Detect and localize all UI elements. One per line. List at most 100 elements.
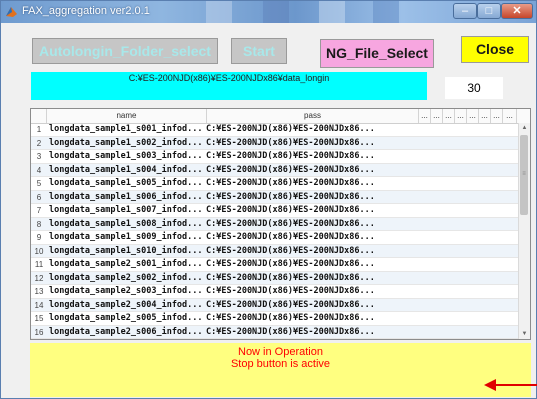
row-index: 9 [36,233,42,242]
row-index: 3 [36,152,42,161]
row-pass-cell[interactable]: C:¥ES-200NJD(x86)¥ES-200NJDx86... [206,150,406,164]
row-index: 12 [34,273,44,283]
maximize-button[interactable]: □ [477,3,501,19]
table-row[interactable]: 7 longdata_sample1_s007_infod... C:¥ES-200… [31,204,519,218]
column-header-index [31,109,47,123]
column-header-extra[interactable]: ... [443,109,455,123]
title-bar-blur [319,1,345,23]
row-pass-cell[interactable]: C:¥ES-200NJD(x86)¥ES-200NJDx86... [206,326,406,340]
row-pass-cell[interactable]: C:¥ES-200NJD(x86)¥ES-200NJDx86... [206,191,406,205]
file-count-field[interactable]: 30 [445,77,503,99]
table-row[interactable]: 3 longdata_sample1_s003_infod... C:¥ES-200… [31,150,519,164]
row-pass-cell[interactable]: C:¥ES-200NJD(x86)¥ES-200NJDx86... [206,272,406,286]
row-pass-cell[interactable]: C:¥ES-200NJD(x86)¥ES-200NJDx86... [206,231,406,245]
column-header-pass[interactable]: pass [207,109,419,123]
row-index: 15 [34,314,44,323]
table-row[interactable]: 12 longdata_sample2_s002_infod... C:¥ES-20… [31,271,519,286]
row-pass-cell[interactable]: C:¥ES-200NJD(x86)¥ES-200NJDx86... [206,137,406,151]
start-button[interactable]: Start [231,38,287,64]
table-row[interactable]: 14 longdata_sample2_s004_infod... C:¥ES-20… [31,298,519,313]
title-bar[interactable]: FAX_aggregation ver2.0.1 – □ ✕ [1,1,536,23]
title-bar-blur [373,1,399,23]
row-index: 2 [36,138,42,148]
row-name-cell[interactable]: longdata_sample1_s003_infod... [49,150,207,164]
row-name-cell[interactable]: longdata_sample2_s001_infod... [49,258,207,272]
table-header: name pass ... ... ... ... ... ... ... ..… [31,109,530,124]
row-index: 8 [36,219,42,229]
row-name-cell[interactable]: longdata_sample1_s006_infod... [49,191,207,205]
scroll-up-arrow-icon[interactable]: ▲ [519,123,530,133]
title-bar-blur [263,1,289,23]
row-name-cell[interactable]: longdata_sample2_s003_infod... [49,285,207,299]
row-pass-cell[interactable]: C:¥ES-200NJD(x86)¥ES-200NJDx86... [206,245,406,259]
window-close-button[interactable]: ✕ [501,3,533,19]
table-row[interactable]: 15 longdata_sample2_s005_infod... C:¥ES-20… [31,312,519,326]
row-name-cell[interactable]: longdata_sample2_s006_infod... [49,326,207,340]
status-panel: Now in Operation Stop button is active [30,343,531,397]
column-header-extra[interactable]: ... [419,109,431,123]
row-pass-cell[interactable]: C:¥ES-200NJD(x86)¥ES-200NJDx86... [206,258,406,272]
scroll-down-arrow-icon[interactable]: ▼ [519,329,530,339]
column-header-name[interactable]: name [47,109,207,123]
table-row[interactable]: 4 longdata_sample1_s004_infod... C:¥ES-200… [31,163,519,178]
row-pass-cell[interactable]: C:¥ES-200NJD(x86)¥ES-200NJDx86... [206,164,406,178]
row-name-cell[interactable]: longdata_sample1_s001_infod... [49,123,207,137]
folder-path-display: C:¥ES-200NJD(x86)¥ES-200NJDx86¥data_long… [31,72,427,100]
row-index: 14 [34,300,44,310]
row-index: 16 [34,327,44,337]
row-index: 7 [36,206,42,215]
column-header-extra[interactable]: ... [491,109,503,123]
scrollbar-grip-icon: ≡ [522,171,526,177]
row-name-cell[interactable]: longdata_sample1_s010_infod... [49,245,207,259]
row-index: 4 [36,165,42,175]
row-name-cell[interactable]: longdata_sample2_s002_infod... [49,272,207,286]
matlab-icon [6,7,17,17]
table-row[interactable]: 1 longdata_sample1_s001_infod... C:¥ES-200… [31,123,519,137]
close-button[interactable]: Close [461,36,529,63]
table-row[interactable]: 16 longdata_sample2_s006_infod... C:¥ES-20… [31,325,519,340]
status-line-stop-hint: Stop button is active [230,358,331,370]
row-pass-cell[interactable]: C:¥ES-200NJD(x86)¥ES-200NJDx86... [206,123,406,137]
file-table[interactable]: name pass ... ... ... ... ... ... ... ..… [30,108,531,340]
table-row[interactable]: 6 longdata_sample1_s006_infod... C:¥ES-200… [31,190,519,205]
row-name-cell[interactable]: longdata_sample1_s005_infod... [49,177,207,191]
row-pass-cell[interactable]: C:¥ES-200NJD(x86)¥ES-200NJDx86... [206,312,406,326]
column-header-extra[interactable]: ... [455,109,467,123]
table-row[interactable]: 2 longdata_sample1_s002_infod... C:¥ES-200… [31,136,519,151]
minimize-button[interactable]: – [453,3,477,19]
row-pass-cell[interactable]: C:¥ES-200NJD(x86)¥ES-200NJDx86... [206,177,406,191]
table-row[interactable]: 5 longdata_sample1_s005_infod... C:¥ES-200… [31,177,519,191]
table-row[interactable]: 8 longdata_sample1_s008_infod... C:¥ES-200… [31,217,519,232]
row-pass-cell[interactable]: C:¥ES-200NJD(x86)¥ES-200NJDx86... [206,204,406,218]
row-pass-cell[interactable]: C:¥ES-200NJD(x86)¥ES-200NJDx86... [206,285,406,299]
column-header-extra[interactable]: ... [503,109,517,123]
row-name-cell[interactable]: longdata_sample1_s007_infod... [49,204,207,218]
row-index: 13 [34,287,44,296]
app-window: FAX_aggregation ver2.0.1 – □ ✕ Autolongi… [0,0,537,399]
row-name-cell[interactable]: longdata_sample1_s009_infod... [49,231,207,245]
row-index: 5 [36,179,42,188]
table-row[interactable]: 10 longdata_sample1_s010_infod... C:¥ES-20… [31,244,519,259]
row-index: 6 [36,192,42,202]
ng-file-select-button[interactable]: NG_File_Select [320,39,434,68]
row-name-cell[interactable]: longdata_sample1_s004_infod... [49,164,207,178]
row-name-cell[interactable]: longdata_sample2_s004_infod... [49,299,207,313]
column-header-extra[interactable]: ... [467,109,479,123]
row-name-cell[interactable]: longdata_sample1_s008_infod... [49,218,207,232]
row-pass-cell[interactable]: C:¥ES-200NJD(x86)¥ES-200NJDx86... [206,218,406,232]
row-index: 1 [36,125,42,134]
window-title: FAX_aggregation ver2.0.1 [22,5,150,17]
table-row[interactable]: 11 longdata_sample2_s001_infod... C:¥ES-20… [31,258,519,272]
column-header-extra[interactable]: ... [431,109,443,123]
table-vertical-scrollbar[interactable]: ▲ ≡ ▼ [518,123,530,339]
red-arrow-icon [484,379,537,391]
row-pass-cell[interactable]: C:¥ES-200NJD(x86)¥ES-200NJDx86... [206,299,406,313]
table-row[interactable]: 9 longdata_sample1_s009_infod... C:¥ES-200… [31,231,519,245]
table-row[interactable]: 13 longdata_sample2_s003_infod... C:¥ES-20… [31,285,519,299]
title-bar-blur [206,1,232,23]
row-name-cell[interactable]: longdata_sample2_s005_infod... [49,312,207,326]
row-index: 11 [34,260,44,269]
row-name-cell[interactable]: longdata_sample1_s002_infod... [49,137,207,151]
autolongin-folder-select-button[interactable]: Autolongin_Folder_select [32,38,218,64]
column-header-extra[interactable]: ... [479,109,491,123]
